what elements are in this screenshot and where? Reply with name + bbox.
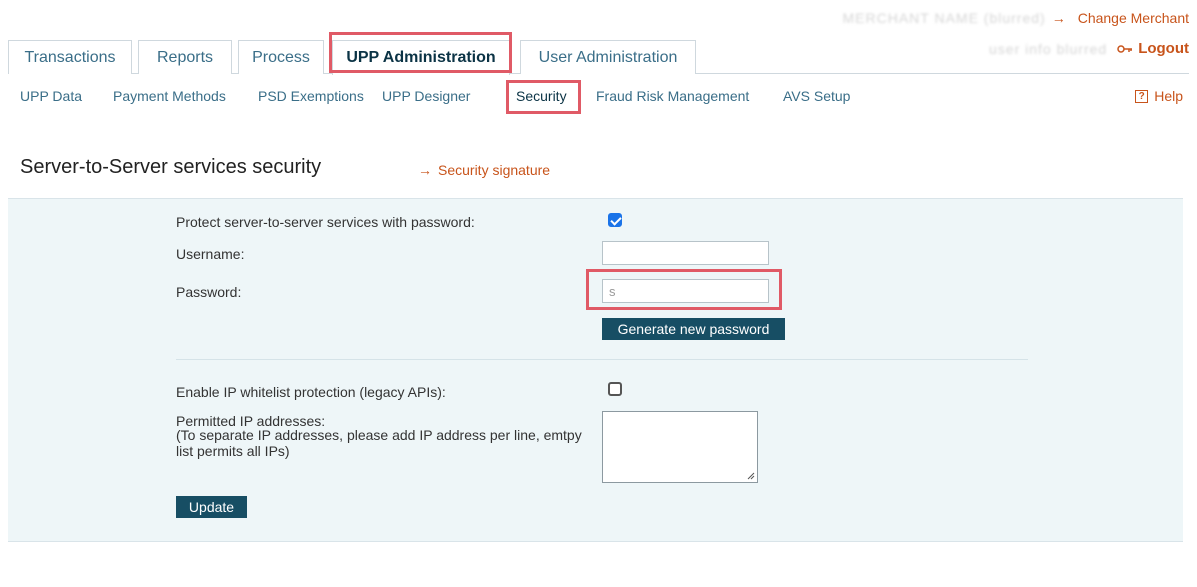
page-title: Server-to-Server services security bbox=[20, 156, 322, 178]
subnav-payment-methods[interactable]: Payment Methods bbox=[113, 88, 226, 104]
help-link[interactable]: ? Help bbox=[1135, 88, 1183, 104]
arrow-right-icon: → bbox=[418, 162, 432, 178]
main-tabs: Transactions Reports Process UPP Adminis… bbox=[8, 40, 1189, 75]
subnav-psd-exemptions[interactable]: PSD Exemptions bbox=[258, 88, 364, 104]
password-field[interactable] bbox=[602, 279, 769, 303]
section-divider bbox=[176, 359, 1028, 360]
update-button[interactable]: Update bbox=[176, 496, 247, 518]
subnav-upp-designer[interactable]: UPP Designer bbox=[382, 88, 470, 104]
subnav-security[interactable]: Security bbox=[516, 88, 567, 104]
merchant-name: MERCHANT NAME (blurred) bbox=[842, 10, 1046, 26]
permitted-ip-hint: (To separate IP addresses, please add IP… bbox=[176, 427, 582, 459]
subnav-upp-data[interactable]: UPP Data bbox=[20, 88, 82, 104]
password-label: Password: bbox=[176, 284, 242, 300]
permitted-ip-textarea[interactable] bbox=[602, 411, 758, 483]
subnav-avs-setup[interactable]: AVS Setup bbox=[783, 88, 850, 104]
ip-whitelist-checkbox[interactable] bbox=[608, 382, 622, 396]
tab-process[interactable]: Process bbox=[238, 40, 324, 74]
security-signature-label: Security signature bbox=[438, 162, 551, 178]
subnav-fraud-risk-management[interactable]: Fraud Risk Management bbox=[596, 88, 749, 104]
generate-password-button[interactable]: Generate new password bbox=[602, 318, 785, 340]
change-merchant-link[interactable]: Change Merchant bbox=[1078, 10, 1189, 26]
tab-upp-administration[interactable]: UPP Administration bbox=[332, 40, 510, 75]
tab-user-administration[interactable]: User Administration bbox=[520, 40, 696, 74]
security-signature-link[interactable]: → Security signature bbox=[418, 162, 550, 178]
tab-reports[interactable]: Reports bbox=[138, 40, 232, 74]
help-icon: ? bbox=[1135, 89, 1149, 103]
help-label: Help bbox=[1154, 88, 1183, 104]
arrow-right-icon: → bbox=[1051, 10, 1066, 26]
protect-checkbox[interactable] bbox=[608, 213, 622, 227]
username-field[interactable] bbox=[602, 241, 769, 265]
resize-grip-icon[interactable] bbox=[747, 472, 755, 480]
protect-label: Protect server-to-server services with p… bbox=[176, 214, 475, 230]
merchant-header: MERCHANT NAME (blurred) → Change Merchan… bbox=[842, 10, 1189, 26]
security-form-panel: Protect server-to-server services with p… bbox=[8, 198, 1183, 542]
ip-whitelist-label: Enable IP whitelist protection (legacy A… bbox=[176, 384, 446, 400]
tab-transactions[interactable]: Transactions bbox=[8, 40, 132, 74]
username-label: Username: bbox=[176, 246, 245, 262]
